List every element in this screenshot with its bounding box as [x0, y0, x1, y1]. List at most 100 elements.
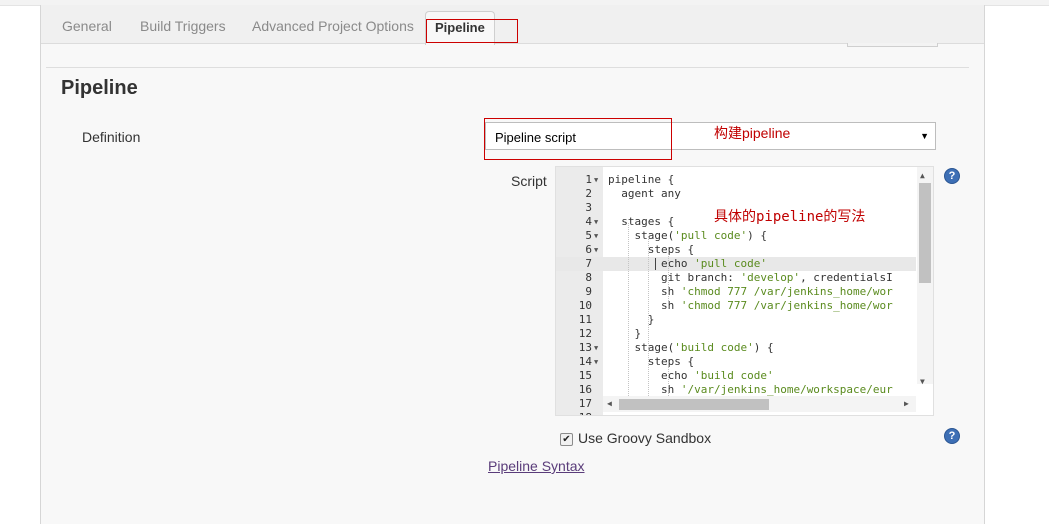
indent-guide — [668, 251, 669, 307]
code-token: echo — [608, 257, 695, 270]
code-text: stages { — [608, 215, 675, 228]
fold-arrow-icon[interactable]: ▼ — [594, 243, 598, 257]
line-number: 5 — [585, 229, 592, 242]
code-string: 'pull code' — [694, 257, 767, 270]
text-caret — [655, 258, 656, 270]
code-text: pipeline { — [608, 173, 675, 186]
code-line: 15 echo 'build code' — [556, 369, 916, 383]
code-token: echo — [608, 369, 695, 382]
scroll-left-arrow-icon[interactable]: ◀ — [607, 399, 612, 408]
code-line: 5 ▼ stage('pull code') { — [556, 229, 916, 243]
line-number: 13 — [578, 341, 592, 354]
line-number: 14 — [578, 355, 592, 368]
line-number: 17 — [578, 397, 592, 410]
tab-general[interactable]: General — [62, 18, 112, 34]
indent-guide — [648, 237, 649, 398]
tab-pipeline[interactable]: Pipeline — [425, 11, 495, 45]
code-line: 6 ▼ steps { — [556, 243, 916, 257]
fold-arrow-icon[interactable]: ▼ — [594, 355, 598, 369]
sandbox-checkbox[interactable]: ✔ — [560, 433, 573, 446]
code-text: stage('pull code') { — [608, 229, 767, 243]
tab-pipeline-label: Pipeline — [435, 20, 485, 35]
line-number: 12 — [578, 327, 592, 340]
code-line: 12 } — [556, 327, 916, 341]
hidden-button-edge — [847, 43, 938, 47]
code-line: 14 ▼ steps { — [556, 355, 916, 369]
fold-arrow-icon[interactable]: ▼ — [594, 215, 598, 229]
code-text: git branch: 'develop', credentialsI — [608, 271, 893, 285]
code-token: ) { — [753, 341, 774, 354]
tab-bar: General Build Triggers Advanced Project … — [41, 5, 984, 45]
code-text: echo 'build code' — [608, 369, 774, 383]
code-line: 10 sh 'chmod 777 /var/jenkins_home/wor — [556, 299, 916, 313]
code-string: '/var/jenkins_home/workspace/eur — [680, 383, 893, 396]
sandbox-label: Use Groovy Sandbox — [578, 430, 712, 446]
code-text: stage('build code') { — [608, 341, 774, 355]
vertical-scrollbar[interactable]: ▲ ▼ — [917, 167, 933, 386]
line-number: 3 — [585, 201, 592, 214]
line-number: 16 — [578, 383, 592, 396]
pipeline-syntax-link[interactable]: Pipeline Syntax — [488, 458, 585, 474]
fold-arrow-icon[interactable]: ▼ — [594, 341, 598, 355]
line-number: 10 — [578, 299, 592, 312]
code-token: stage( — [608, 229, 675, 242]
indent-guide — [628, 223, 629, 398]
code-string: 'chmod 777 /var/jenkins_home/wor — [680, 299, 893, 312]
code-token: sh — [608, 299, 681, 312]
code-line: 7 echo 'pull code' — [556, 257, 916, 271]
script-annotation: 具体的pipeline的写法 — [714, 209, 866, 225]
definition-label: Definition — [82, 129, 141, 145]
section-title: Pipeline — [61, 77, 138, 99]
code-string: 'build code' — [674, 341, 754, 354]
indent-guide — [668, 363, 669, 398]
line-number: 7 — [585, 257, 592, 270]
line-number: 18 — [556, 411, 592, 415]
tab-build-triggers[interactable]: Build Triggers — [140, 18, 226, 34]
code-line: 11 } — [556, 313, 916, 327]
code-text: echo 'pull code' — [608, 257, 767, 271]
fold-arrow-icon[interactable]: ▼ — [594, 229, 598, 243]
code-line: 2 agent any — [556, 187, 916, 201]
code-line: 16 sh '/var/jenkins_home/workspace/eur — [556, 383, 916, 397]
script-label: Script — [511, 173, 547, 189]
line-number: 2 — [585, 187, 592, 200]
code-string: 'chmod 777 /var/jenkins_home/wor — [680, 285, 893, 298]
scroll-up-arrow-icon[interactable]: ▲ — [920, 171, 925, 180]
sandbox-help-icon[interactable]: ? — [944, 428, 960, 444]
code-line: 8 git branch: 'develop', credentialsI — [556, 271, 916, 285]
line-number: 15 — [578, 369, 592, 382]
definition-selected-value: Pipeline script — [495, 130, 576, 145]
script-help-icon[interactable]: ? — [944, 168, 960, 184]
line-number: 9 — [585, 285, 592, 298]
dropdown-arrow-icon: ▼ — [920, 131, 929, 141]
code-text: steps { — [608, 243, 695, 256]
scroll-right-arrow-icon[interactable]: ▶ — [904, 399, 909, 408]
fold-arrow-icon[interactable]: ▼ — [594, 173, 598, 187]
line-number: 8 — [585, 271, 592, 284]
code-string: 'pull code' — [674, 229, 748, 242]
code-text: sh 'chmod 777 /var/jenkins_home/wor — [608, 299, 893, 313]
line-number: 4 — [585, 215, 592, 228]
line-number: 1 — [585, 173, 592, 186]
line-number: 6 — [585, 243, 592, 256]
code-token: sh — [608, 285, 681, 298]
vertical-scroll-thumb[interactable] — [919, 183, 931, 283]
definition-select[interactable]: Pipeline script ▼ — [485, 122, 936, 150]
code-token: sh — [608, 383, 681, 396]
tab-advanced-project-options[interactable]: Advanced Project Options — [252, 18, 414, 34]
code-string: 'develop' — [740, 271, 801, 284]
code-text: sh 'chmod 777 /var/jenkins_home/wor — [608, 285, 893, 299]
config-panel: General Build Triggers Advanced Project … — [40, 5, 985, 524]
code-line: 9 sh 'chmod 777 /var/jenkins_home/wor — [556, 285, 916, 299]
code-text: sh '/var/jenkins_home/workspace/eur — [608, 383, 893, 397]
script-editor[interactable]: 1 ▼ pipeline {2 agent any 3 4 ▼ stages {5 ▼ st… — [555, 166, 934, 416]
scroll-down-arrow-icon[interactable]: ▼ — [920, 377, 925, 386]
definition-annotation: 构建pipeline — [714, 125, 791, 141]
horizontal-scrollbar[interactable]: ◀ ▶ — [603, 396, 916, 412]
code-line: 13 ▼ stage('build code') { — [556, 341, 916, 355]
code-token: , credentialsI — [800, 271, 893, 284]
code-token: ) { — [747, 229, 767, 242]
code-line: 1 ▼ pipeline { — [556, 173, 916, 187]
horizontal-scroll-thumb[interactable] — [619, 399, 769, 410]
code-text: } — [608, 327, 642, 340]
